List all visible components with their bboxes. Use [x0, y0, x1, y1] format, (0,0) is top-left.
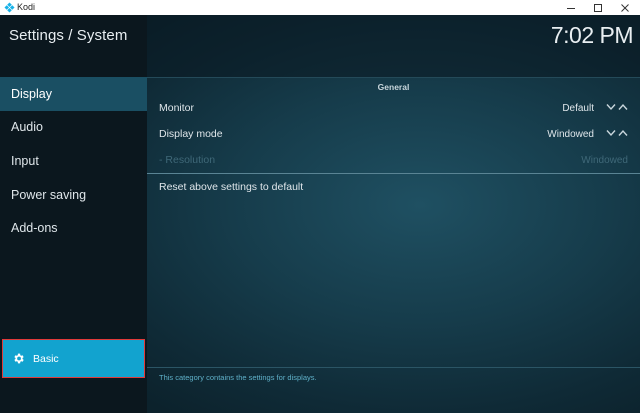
sidebar-item-display[interactable]: Display [0, 77, 147, 111]
sidebar-item-power-saving[interactable]: Power saving [0, 178, 147, 212]
setting-resolution: - Resolution Windowed [147, 147, 640, 173]
reset-label: Reset above settings to default [159, 181, 304, 193]
chevron-down-icon[interactable] [606, 103, 616, 111]
sidebar-item-label: Power saving [11, 187, 87, 202]
maximize-button[interactable] [585, 0, 611, 15]
gear-icon [14, 353, 24, 364]
sidebar-item-add-ons[interactable]: Add-ons [0, 211, 147, 245]
reset-settings-button[interactable]: Reset above settings to default [147, 174, 640, 200]
setting-label: Display mode [159, 128, 223, 140]
category-description: This category contains the settings for … [159, 373, 317, 382]
category-list: Display Audio Input Power saving Add-ons [0, 77, 147, 245]
sidebar-item-label: Audio [11, 120, 43, 135]
kodi-logo-icon [4, 2, 15, 13]
sidebar-item-input[interactable]: Input [0, 144, 147, 178]
setting-monitor[interactable]: Monitor Default [147, 95, 640, 121]
sidebar: Display Audio Input Power saving Add-ons… [0, 15, 147, 413]
sidebar-item-label: Add-ons [11, 221, 58, 236]
chevron-down-icon[interactable] [606, 129, 616, 137]
sidebar-item-audio[interactable]: Audio [0, 111, 147, 145]
window-title: Kodi [17, 2, 36, 12]
minimize-button[interactable] [558, 0, 584, 15]
setting-label: Monitor [159, 102, 195, 114]
footer-divider [147, 367, 640, 368]
window-titlebar: Kodi [0, 0, 640, 15]
setting-value: Default [562, 102, 594, 114]
settings-level-button[interactable]: Basic [2, 339, 145, 378]
settings-panel: General Monitor Default Display mode Win… [147, 77, 640, 200]
maximize-icon [594, 3, 602, 12]
level-label: Basic [33, 352, 59, 365]
setting-value: Windowed [547, 128, 594, 140]
setting-display-mode[interactable]: Display mode Windowed [147, 121, 640, 147]
setting-label: - Resolution [159, 154, 216, 166]
chevron-up-icon[interactable] [618, 129, 628, 137]
kodi-app: Display Audio Input Power saving Add-ons… [0, 15, 640, 413]
sidebar-item-label: Display [11, 86, 52, 101]
close-button[interactable] [612, 0, 638, 15]
page-title: Settings / System [9, 27, 128, 44]
clock: 7:02 PM [550, 22, 634, 48]
minimize-icon [567, 7, 575, 9]
sidebar-item-label: Input [11, 153, 39, 168]
chevron-up-icon[interactable] [618, 103, 628, 111]
spinner-control[interactable] [604, 129, 628, 137]
group-title: General [147, 77, 640, 95]
spinner-control[interactable] [604, 103, 628, 111]
setting-value: Windowed [581, 154, 628, 166]
close-icon [621, 3, 629, 12]
